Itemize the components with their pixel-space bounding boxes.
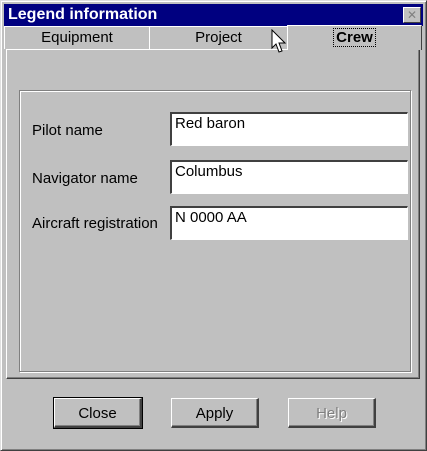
mouse-pointer-icon [271, 29, 287, 53]
title-bar[interactable]: Legend information ✕ [4, 4, 423, 26]
aircraft-registration-field[interactable]: N 0000 AA [170, 206, 408, 240]
navigator-name-label: Navigator name [32, 170, 138, 187]
tab-strip: Equipment Project Crew [4, 25, 423, 50]
tab-equipment[interactable]: Equipment [4, 26, 150, 49]
help-button[interactable]: Help [288, 398, 376, 428]
crew-panel: Pilot name Red baron Navigator name Colu… [6, 49, 420, 379]
pilot-name-field[interactable]: Red baron [170, 112, 408, 146]
tab-project-label: Project [195, 29, 242, 46]
tab-crew-label: Crew [333, 28, 376, 47]
close-icon[interactable]: ✕ [403, 7, 421, 23]
pilot-name-label: Pilot name [32, 122, 103, 139]
close-button[interactable]: Close [53, 397, 143, 429]
window-title: Legend information [8, 6, 158, 23]
aircraft-registration-label: Aircraft registration [32, 215, 158, 232]
tab-crew[interactable]: Crew [287, 25, 422, 50]
apply-button[interactable]: Apply [171, 398, 259, 428]
tab-equipment-label: Equipment [41, 29, 113, 46]
navigator-name-field[interactable]: Columbus [170, 160, 408, 194]
legend-information-dialog: Legend information ✕ Equipment Project C… [0, 0, 427, 451]
tab-project[interactable]: Project [149, 26, 288, 49]
